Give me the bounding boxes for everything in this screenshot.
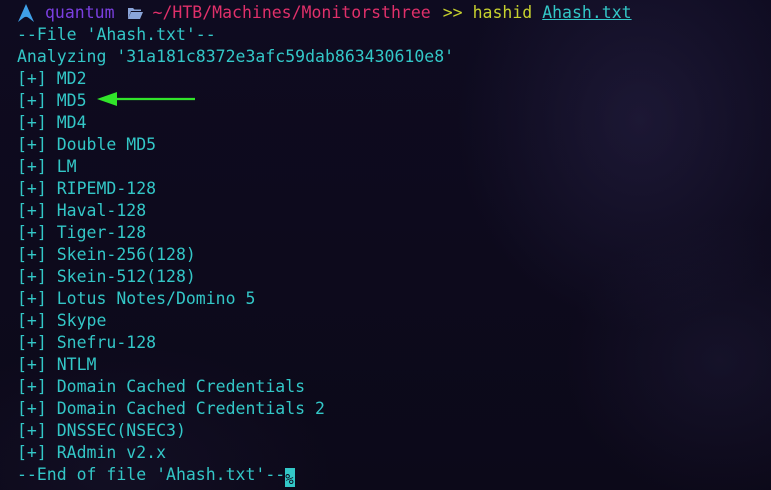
prompt-path: ~/HTB/Machines/Monitorsthree (152, 3, 431, 22)
result-line: [+] Domain Cached Credentials (17, 377, 306, 396)
result-line: [+] MD4 (17, 113, 87, 132)
terminal-window[interactable]: quantum ~/HTB/Machines/Monitorsthree >> … (17, 2, 771, 488)
result-line: [+] Haval-128 (17, 201, 147, 220)
result-line: [+] NTLM (17, 355, 97, 374)
folder-open-icon (127, 8, 143, 19)
command-name: hashid (472, 3, 533, 22)
command-argument[interactable]: Ahash.txt (542, 2, 631, 24)
result-line: [+] Domain Cached Credentials 2 (17, 399, 325, 418)
file-footer: --End of file 'Ahash.txt'-- (17, 465, 286, 484)
file-header: --File 'Ahash.txt'-- (17, 25, 216, 44)
arrow-left-icon (97, 92, 195, 106)
result-line: [+] Snefru-128 (17, 333, 157, 352)
result-line: [+] DNSSEC(NSEC3) (17, 421, 186, 440)
prompt-line: quantum ~/HTB/Machines/Monitorsthree >> … (17, 2, 771, 24)
prompt-user: quantum (45, 3, 115, 22)
result-line: [+] MD2 (17, 69, 87, 88)
result-line: [+] LM (17, 157, 77, 176)
file-footer-line: --End of file 'Ahash.txt'--% (17, 464, 771, 488)
result-line: [+] Skype (17, 311, 107, 330)
result-line: [+] Tiger-128 (17, 223, 147, 242)
arch-linux-icon (18, 4, 34, 22)
result-line: [+] Skein-256(128) (17, 245, 196, 264)
result-line: [+] RAdmin v2.x (17, 443, 167, 462)
next-prompt-partial (17, 484, 497, 490)
result-line: [+] Skein-512(128) (17, 267, 196, 286)
result-line: [+] Double MD5 (17, 135, 157, 154)
result-line: [+] RIPEMD-128 (17, 179, 157, 198)
prompt-separator: >> (442, 3, 463, 22)
result-line: [+] Lotus Notes/Domino 5 (17, 289, 256, 308)
analyzing-line: Analyzing '31a181c8372e3afc59dab86343061… (17, 47, 455, 66)
